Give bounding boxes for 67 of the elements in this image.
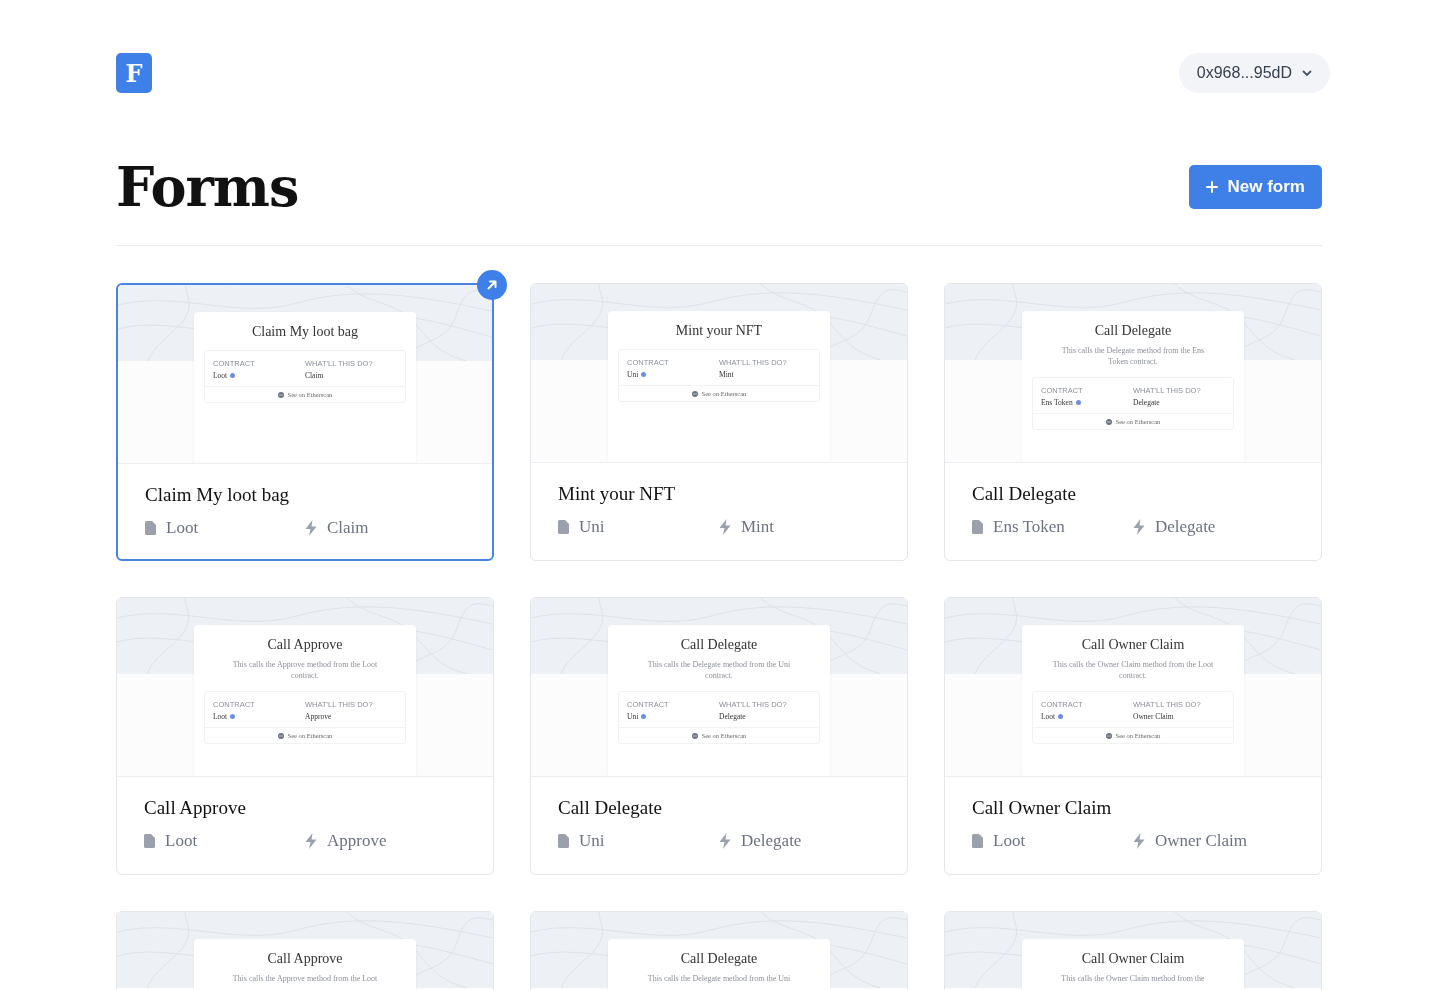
action-name: Approve <box>327 831 387 851</box>
contract-name: Uni <box>579 517 605 537</box>
lightning-icon <box>719 833 731 849</box>
verified-icon <box>641 714 647 719</box>
preview-title: Call Delegate <box>1094 323 1172 339</box>
document-icon <box>558 520 569 534</box>
globe-icon <box>1105 418 1112 425</box>
action-name: Delegate <box>741 831 802 851</box>
new-form-button[interactable]: New form <box>1188 165 1322 209</box>
preview-title: Mint your NFT <box>675 323 763 339</box>
preview-description: This calls the Owner Claim method from the <box>1060 973 1206 984</box>
preview-description: This calls the Delegate method from the Uni contract. <box>646 659 792 681</box>
lightning-icon <box>1133 833 1145 849</box>
lightning-icon <box>305 520 317 536</box>
contract-name: Loot <box>993 831 1026 851</box>
document-icon <box>972 834 983 848</box>
action-name: Delegate <box>1155 517 1216 537</box>
verified-icon <box>1075 400 1081 405</box>
form-card[interactable]: Call Approve This calls the Approve method from the Loot <box>116 911 494 990</box>
preview-title: Call Approve <box>267 951 343 967</box>
form-card[interactable]: Call Owner Claim This calls the Owner Claim method from the <box>944 911 1322 990</box>
document-icon <box>144 834 155 848</box>
verified-icon <box>230 714 236 719</box>
globe-icon <box>277 732 284 739</box>
preview-title: Call Approve <box>267 637 343 653</box>
page-title: Forms <box>116 155 299 219</box>
contract-name: Uni <box>579 831 605 851</box>
card-title: Mint your NFT <box>558 483 677 505</box>
document-icon <box>145 521 156 535</box>
preview-description: This calls the Delegate method from the Uni <box>646 973 792 984</box>
verified-icon <box>641 372 647 377</box>
action-name: Claim <box>327 518 369 538</box>
verified-icon <box>1058 714 1064 719</box>
contract-name: Loot <box>165 831 198 851</box>
plus-icon <box>1205 181 1218 193</box>
preview-title: Call Owner Claim <box>1081 637 1185 653</box>
preview-description: This calls the Approve method from the Loot contract. <box>231 659 379 681</box>
card-title: Call Owner Claim <box>972 797 1113 819</box>
contract-name: Ens Token <box>993 517 1065 537</box>
lightning-icon <box>305 833 317 849</box>
preview-title: Call Delegate <box>680 637 758 653</box>
document-icon <box>558 834 569 848</box>
action-name: Mint <box>741 517 775 537</box>
globe-icon <box>1105 732 1112 739</box>
globe-icon <box>691 390 698 397</box>
lightning-icon <box>719 519 731 535</box>
card-title: Claim My loot bag <box>145 484 291 506</box>
chevron-down-icon <box>1302 69 1312 77</box>
card-title: Call Delegate <box>972 483 1077 505</box>
app-logo[interactable]: F <box>116 53 152 93</box>
card-title: Call Approve <box>144 797 247 819</box>
account-button[interactable]: 0x968...95dD <box>1178 53 1330 93</box>
document-icon <box>972 520 983 534</box>
contract-name: Loot <box>166 518 199 538</box>
preview-description: This calls the Approve method from the Loot <box>231 973 379 984</box>
preview-description: This calls the Delegate method from the Ens Token contract. <box>1060 345 1206 367</box>
form-card[interactable]: Call Delegate This calls the Delegate method from the Uni <box>530 911 908 990</box>
action-name: Owner Claim <box>1155 831 1248 851</box>
preview-title: Claim My loot bag <box>251 324 359 340</box>
lightning-icon <box>1133 519 1145 535</box>
card-title: Call Delegate <box>558 797 663 819</box>
globe-icon <box>691 732 698 739</box>
preview-description: This calls the Owner Claim method from the Loot contract. <box>1052 659 1214 681</box>
preview-title: Call Owner Claim <box>1081 951 1185 967</box>
verified-icon <box>230 373 236 378</box>
globe-icon <box>277 391 284 398</box>
preview-title: Call Delegate <box>680 951 758 967</box>
